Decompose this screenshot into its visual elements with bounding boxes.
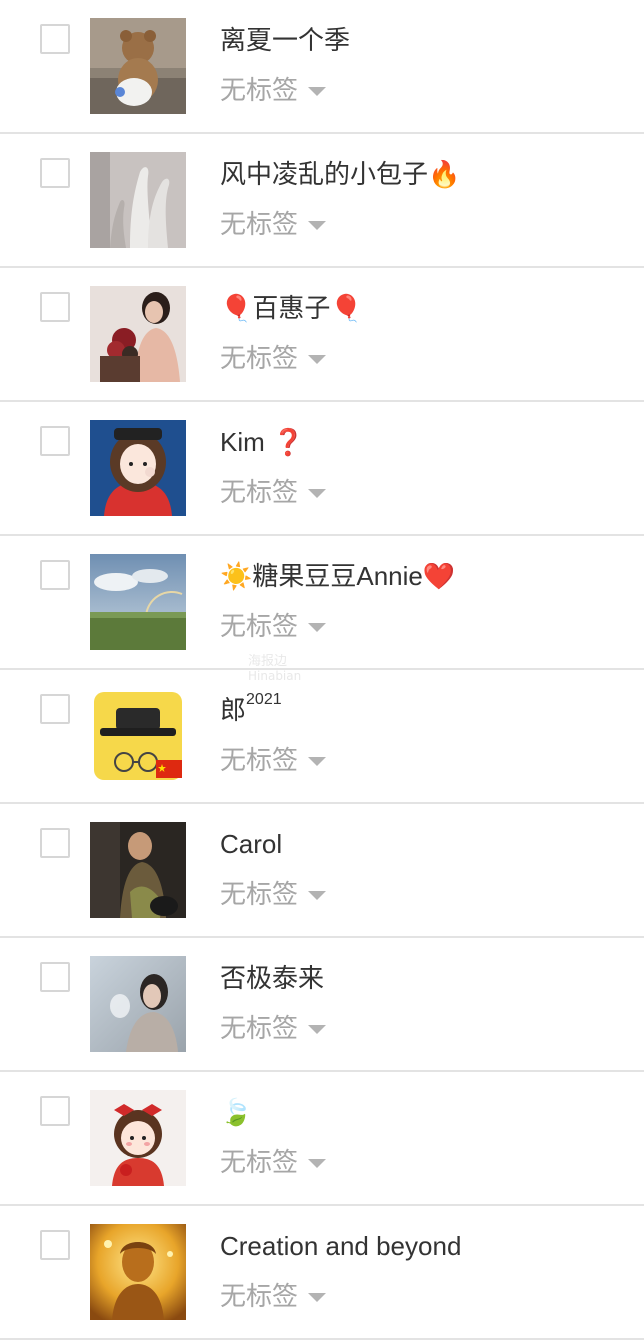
caret-down-icon: [308, 488, 327, 498]
contact-name: 🍃: [220, 1097, 253, 1127]
contact-name: Creation and beyond: [220, 1231, 462, 1261]
avatar[interactable]: [90, 688, 186, 784]
caret-down-icon: [308, 890, 327, 900]
woman-portrait-avatar: [90, 956, 186, 1052]
contact-row[interactable]: Creation and beyond 无标签: [0, 1206, 644, 1340]
select-checkbox[interactable]: [40, 1230, 70, 1260]
tag-dropdown[interactable]: 无标签: [220, 1008, 327, 1048]
tag-label: 无标签: [220, 1013, 299, 1043]
tag-label: 无标签: [220, 1281, 299, 1311]
tag-label: 无标签: [220, 1147, 299, 1177]
caret-down-icon: [308, 756, 327, 766]
avatar[interactable]: [90, 1224, 186, 1320]
select-checkbox[interactable]: [40, 694, 70, 724]
contact-name: 风中凌乱的小包子🔥: [220, 159, 461, 189]
contact-row[interactable]: 离夏一个季 无标签: [0, 0, 644, 134]
tag-dropdown[interactable]: 无标签: [220, 874, 327, 914]
avatar[interactable]: [90, 420, 186, 516]
landscape-rainbow-avatar: [90, 554, 186, 650]
tag-dropdown[interactable]: 无标签: [220, 1142, 327, 1182]
contact-name-sup: 2021: [246, 691, 282, 708]
caret-down-icon: [308, 1024, 327, 1034]
avatar[interactable]: [90, 554, 186, 650]
contact-name: 否极泰来: [220, 963, 325, 993]
caret-down-icon: [308, 1158, 327, 1168]
tag-dropdown[interactable]: 无标签: [220, 204, 327, 244]
contact-row[interactable]: Carol 无标签: [0, 804, 644, 938]
fashion-photo-avatar: [90, 822, 186, 918]
caret-down-icon: [308, 220, 327, 230]
avatar[interactable]: [90, 822, 186, 918]
select-checkbox[interactable]: [40, 158, 70, 188]
contact-row[interactable]: 🍃 无标签: [0, 1072, 644, 1206]
contact-row[interactable]: 否极泰来 无标签: [0, 938, 644, 1072]
select-checkbox[interactable]: [40, 828, 70, 858]
caret-down-icon: [308, 86, 327, 96]
select-checkbox[interactable]: [40, 1096, 70, 1126]
avatar[interactable]: [90, 1090, 186, 1186]
contact-list: 离夏一个季 无标签 风中凌乱的小包子🔥 无标签 🎈百惠子🎈 无标签 Kim ❓ …: [0, 0, 644, 1340]
geese-figurines-avatar: [90, 152, 186, 248]
tag-label: 无标签: [220, 879, 299, 909]
tag-label: 无标签: [220, 343, 299, 373]
tag-dropdown[interactable]: 无标签: [220, 70, 327, 110]
select-checkbox[interactable]: [40, 560, 70, 590]
contact-row[interactable]: 🎈百惠子🎈 无标签: [0, 268, 644, 402]
tag-dropdown[interactable]: 无标签: [220, 338, 327, 378]
contact-row[interactable]: Kim ❓ 无标签: [0, 402, 644, 536]
cartoon-girl-avatar: [90, 420, 186, 516]
avatar[interactable]: [90, 956, 186, 1052]
caret-down-icon: [308, 622, 327, 632]
tag-label: 无标签: [220, 75, 299, 105]
tag-label: 无标签: [220, 209, 299, 239]
tag-dropdown[interactable]: 无标签: [220, 606, 327, 646]
contact-row[interactable]: ☀️糖果豆豆Annie❤️ 无标签: [0, 536, 644, 670]
contact-name: Kim ❓: [220, 427, 305, 457]
woman-with-flowers-avatar: [90, 286, 186, 382]
cartoon-girl-red-bows-avatar: [90, 1090, 186, 1186]
select-checkbox[interactable]: [40, 962, 70, 992]
tag-dropdown[interactable]: 无标签: [220, 740, 327, 780]
tag-dropdown[interactable]: 无标签: [220, 472, 327, 512]
contact-name: 🎈百惠子🎈: [220, 293, 363, 323]
contact-row[interactable]: 风中凌乱的小包子🔥 无标签: [0, 134, 644, 268]
caret-down-icon: [308, 354, 327, 364]
select-checkbox[interactable]: [40, 426, 70, 456]
contact-name: Carol: [220, 829, 283, 859]
tag-label: 无标签: [220, 745, 299, 775]
teddy-bear-avatar: [90, 18, 186, 114]
contact-name: ☀️糖果豆豆Annie❤️: [220, 561, 456, 591]
avatar[interactable]: [90, 18, 186, 114]
contact-row[interactable]: 郎2021 无标签: [0, 670, 644, 804]
avatar[interactable]: [90, 152, 186, 248]
select-checkbox[interactable]: [40, 24, 70, 54]
avatar[interactable]: [90, 286, 186, 382]
tag-dropdown[interactable]: 无标签: [220, 1276, 327, 1316]
tag-label: 无标签: [220, 477, 299, 507]
tag-label: 无标签: [220, 611, 299, 641]
caret-down-icon: [308, 1292, 327, 1302]
contact-name: 郎2021: [220, 690, 282, 730]
contact-name: 离夏一个季: [220, 25, 351, 55]
select-checkbox[interactable]: [40, 292, 70, 322]
hat-glasses-flag-avatar: [94, 692, 182, 780]
contact-name-text: 郎: [220, 695, 247, 725]
golden-statue-avatar: [90, 1224, 186, 1320]
